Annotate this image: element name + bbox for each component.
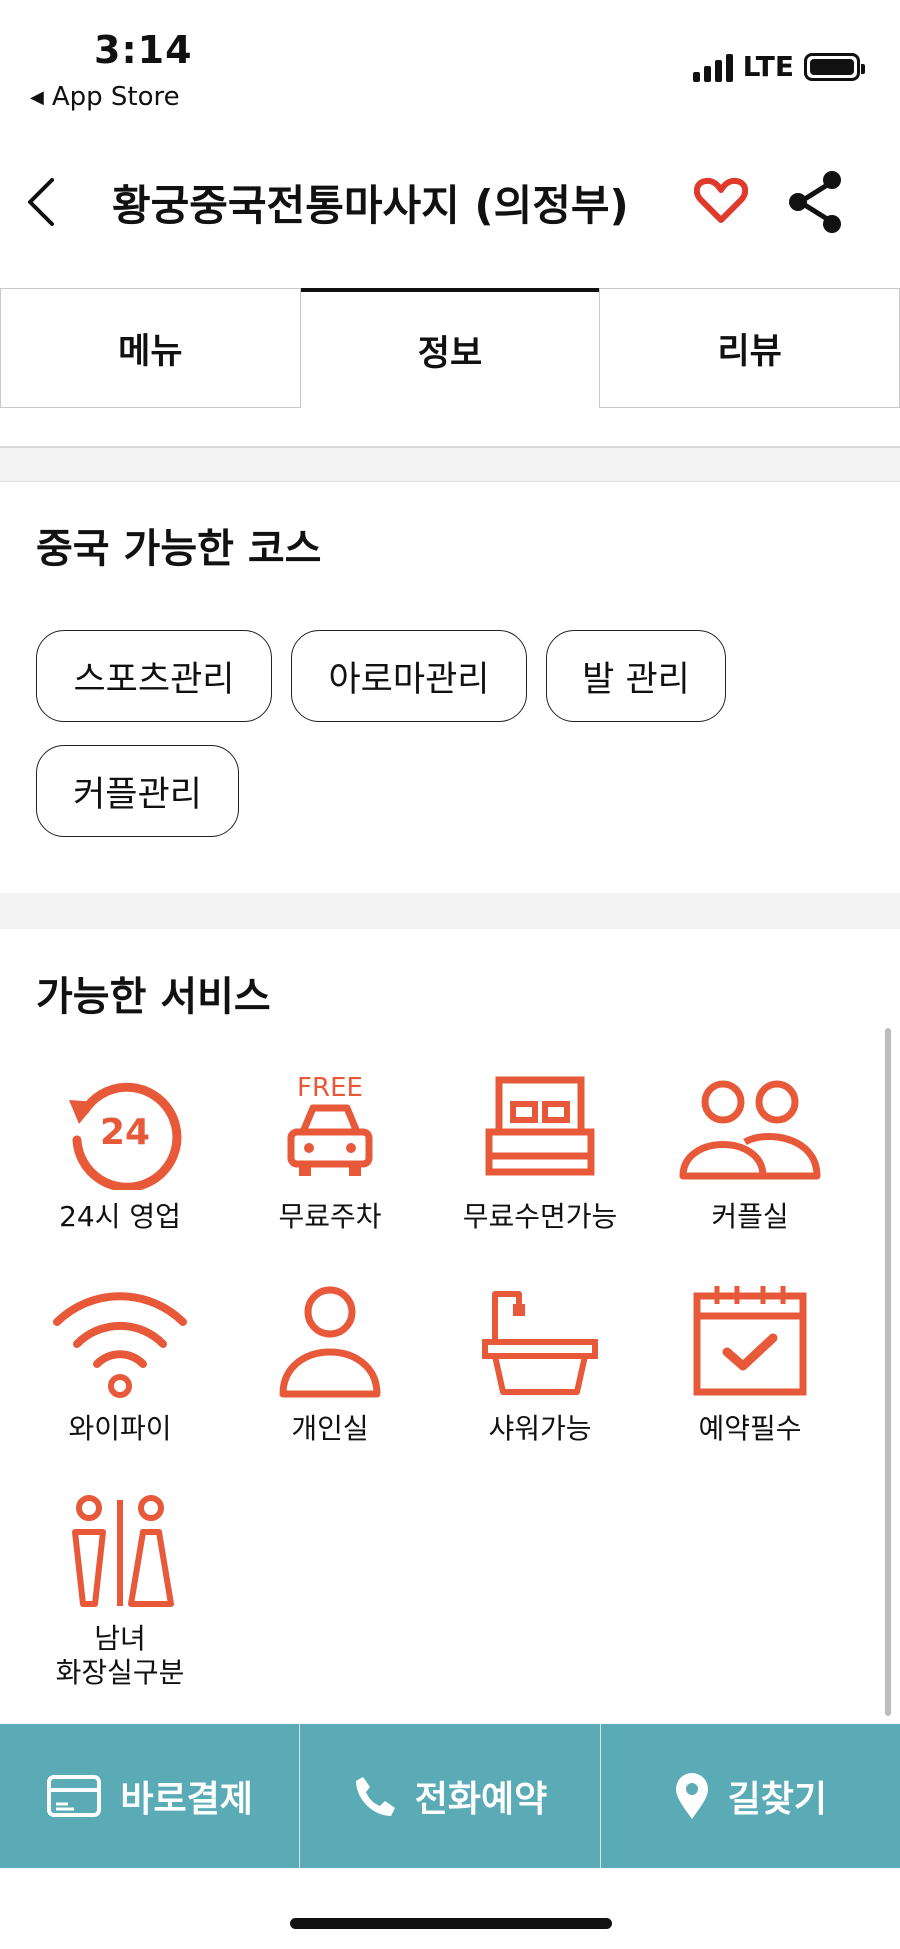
wifi-icon xyxy=(53,1292,187,1398)
pay-now-label: 바로결제 xyxy=(120,1779,253,1820)
service-label: 예약필수 xyxy=(698,1412,802,1445)
service-label-line2: 화장실구분 xyxy=(55,1656,185,1689)
person-icon xyxy=(279,1286,381,1398)
service-label: 24시 영업 xyxy=(59,1200,181,1233)
service-wifi: 와이파이 xyxy=(15,1282,225,1446)
restroom-icon xyxy=(72,1495,174,1607)
pay-now-button[interactable]: 바로결제 xyxy=(0,1724,301,1868)
service-label: 와이파이 xyxy=(68,1412,172,1445)
battery-icon xyxy=(804,52,865,81)
heart-icon[interactable] xyxy=(694,176,748,226)
back-app-label: App Store xyxy=(51,82,180,112)
section-divider xyxy=(0,893,900,929)
service-free-sleep: 무료수면가능 xyxy=(435,1070,645,1234)
tab-bar: 메뉴 정보 리뷰 xyxy=(0,288,900,408)
free-text: FREE xyxy=(297,1073,363,1103)
svg-text:24: 24 xyxy=(100,1112,150,1153)
free-parking-icon: FREE xyxy=(287,1073,373,1176)
bottom-action-bar: 바로결제 전화예약 길찾기 xyxy=(0,1724,900,1868)
card-icon xyxy=(47,1775,102,1817)
back-chevron-icon[interactable] xyxy=(18,172,68,232)
service-reservation-required: 예약필수 xyxy=(645,1282,855,1446)
directions-button[interactable]: 길찾기 xyxy=(601,1724,900,1868)
share-icon[interactable] xyxy=(786,170,846,234)
directions-label: 길찾기 xyxy=(727,1779,827,1820)
service-couple-room: 커플실 xyxy=(645,1070,855,1234)
tab-reviews[interactable]: 리뷰 xyxy=(599,288,900,408)
24-hour-icon: 24 xyxy=(69,1082,182,1190)
service-label: 무료주차 xyxy=(278,1200,382,1233)
calendar-check-icon xyxy=(693,1286,807,1396)
service-label: 샤워가능 xyxy=(488,1412,592,1445)
back-to-app-store[interactable]: ◀ App Store xyxy=(30,82,180,112)
status-indicators: LTE xyxy=(692,50,865,83)
service-label: 개인실 xyxy=(291,1412,369,1445)
scrollbar[interactable] xyxy=(885,1028,891,1716)
signal-icon xyxy=(692,52,733,82)
status-time: 3:14 xyxy=(94,28,193,72)
location-pin-icon xyxy=(675,1773,708,1819)
service-separate-restrooms: 남녀 화장실구분 xyxy=(15,1492,225,1690)
service-label: 커플실 xyxy=(711,1200,789,1233)
call-reservation-label: 전화예약 xyxy=(414,1779,548,1820)
course-chip[interactable]: 커플관리 xyxy=(36,745,239,837)
course-chip[interactable]: 스포츠관리 xyxy=(36,630,272,722)
service-private-room: 개인실 xyxy=(225,1282,435,1446)
bed-icon xyxy=(485,1076,595,1176)
service-label: 무료수면가능 xyxy=(462,1200,618,1233)
tab-menu[interactable]: 메뉴 xyxy=(0,288,301,408)
service-free-parking: FREE 무료주차 xyxy=(225,1070,435,1234)
bathtub-icon xyxy=(482,1291,598,1395)
page-title: 황궁중국전통마사지 (의정부) xyxy=(112,181,629,230)
courses-title: 중국 가능한 코스 xyxy=(36,526,322,572)
section-divider xyxy=(0,446,900,482)
home-indicator xyxy=(290,1918,612,1929)
network-type: LTE xyxy=(742,50,794,83)
service-24-hours: 24 24시 영업 xyxy=(15,1070,225,1234)
course-chip[interactable]: 아로마관리 xyxy=(291,630,527,722)
services-title: 가능한 서비스 xyxy=(36,974,271,1020)
course-chip[interactable]: 발 관리 xyxy=(546,630,726,722)
service-label: 남녀 화장실구분 xyxy=(15,1622,225,1690)
service-shower: 샤워가능 xyxy=(435,1282,645,1446)
tab-info[interactable]: 정보 xyxy=(300,288,600,408)
couple-icon xyxy=(679,1080,821,1180)
call-reservation-button[interactable]: 전화예약 xyxy=(300,1724,601,1868)
service-label-line1: 남녀 xyxy=(94,1622,146,1655)
back-triangle-icon: ◀ xyxy=(30,86,44,108)
phone-icon xyxy=(355,1777,395,1816)
